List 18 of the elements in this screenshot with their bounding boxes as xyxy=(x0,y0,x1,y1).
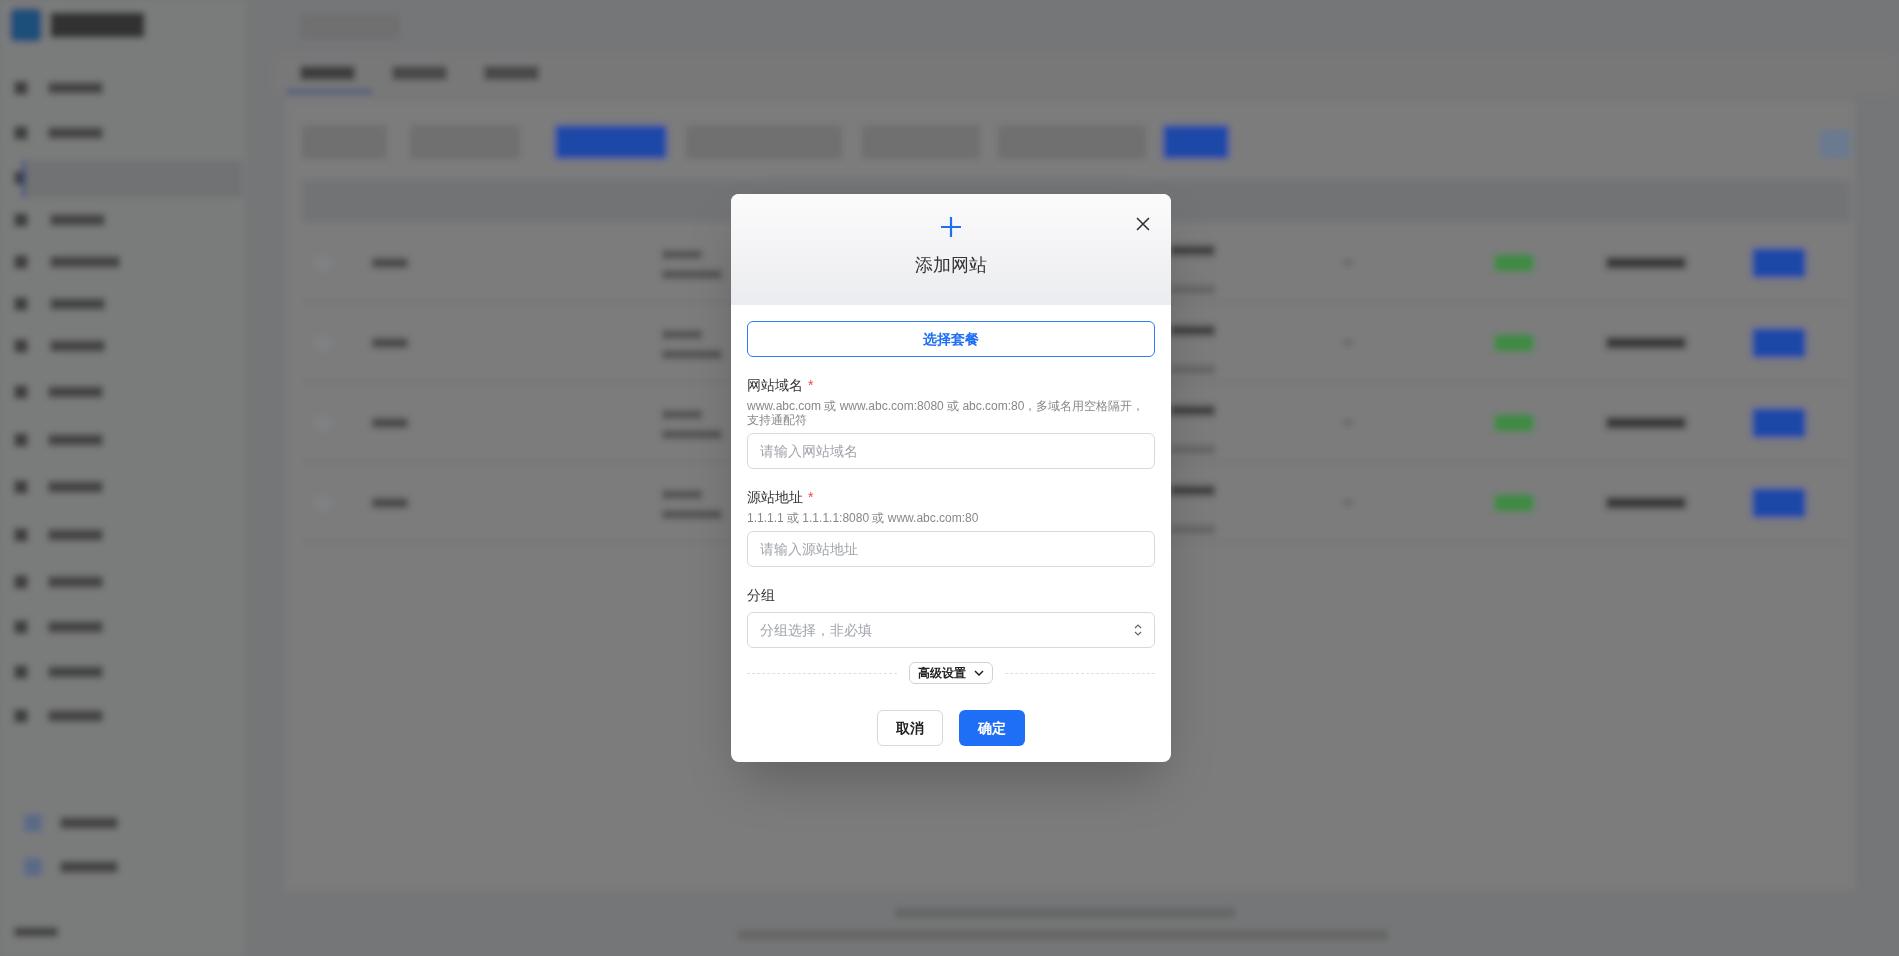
select-package-button[interactable]: 选择套餐 xyxy=(747,321,1155,357)
confirm-button[interactable]: 确定 xyxy=(959,710,1025,746)
field-label: 分组 xyxy=(747,586,775,605)
cancel-button[interactable]: 取消 xyxy=(877,710,943,746)
input-field[interactable]: 请输入网站域名 xyxy=(747,433,1155,469)
field-label: 源站地址 xyxy=(747,488,803,507)
field-label: 网站域名 xyxy=(747,376,803,395)
field-hint: www.abc.com 或 www.abc.com:8080 或 abc.com:80，多域名用空格隔开，支持通配符 xyxy=(747,399,1146,427)
advanced-settings-toggle[interactable]: 高级设置 xyxy=(909,662,993,684)
plus-icon xyxy=(940,216,962,238)
required-mark: * xyxy=(808,376,814,395)
dialog-title: 添加网站 xyxy=(915,254,987,277)
group-select[interactable]: 分组选择，非必填 xyxy=(747,612,1155,648)
required-mark: * xyxy=(808,488,814,507)
chevron-icon xyxy=(974,670,984,676)
chevron-updown-icon xyxy=(1134,624,1142,636)
field-hint: 1.1.1.1 或 1.1.1.1:8080 或 www.abc.com:80 xyxy=(747,511,980,525)
input-field[interactable]: 请输入源站地址 xyxy=(747,531,1155,567)
